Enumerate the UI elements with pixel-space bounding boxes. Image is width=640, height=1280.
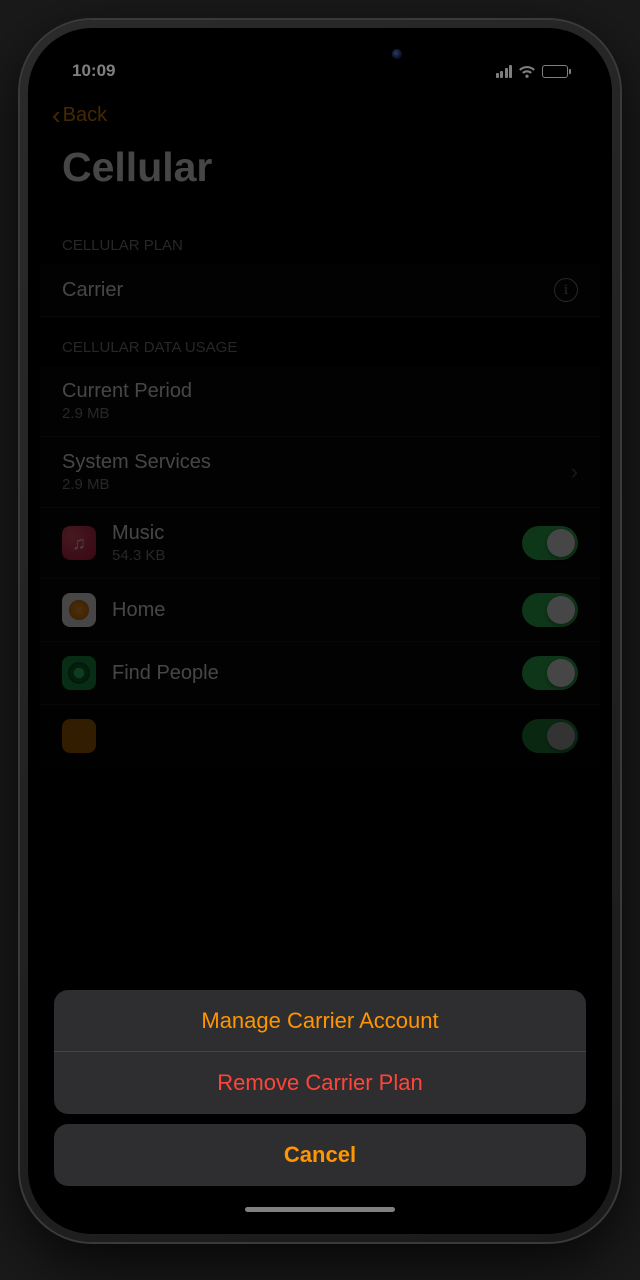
cancel-button[interactable]: Cancel: [54, 1124, 586, 1186]
manage-carrier-account-button[interactable]: Manage Carrier Account: [54, 990, 586, 1052]
action-sheet: Manage Carrier Account Remove Carrier Pl…: [40, 40, 600, 1222]
remove-carrier-plan-button[interactable]: Remove Carrier Plan: [54, 1052, 586, 1114]
home-indicator[interactable]: [245, 1207, 395, 1212]
